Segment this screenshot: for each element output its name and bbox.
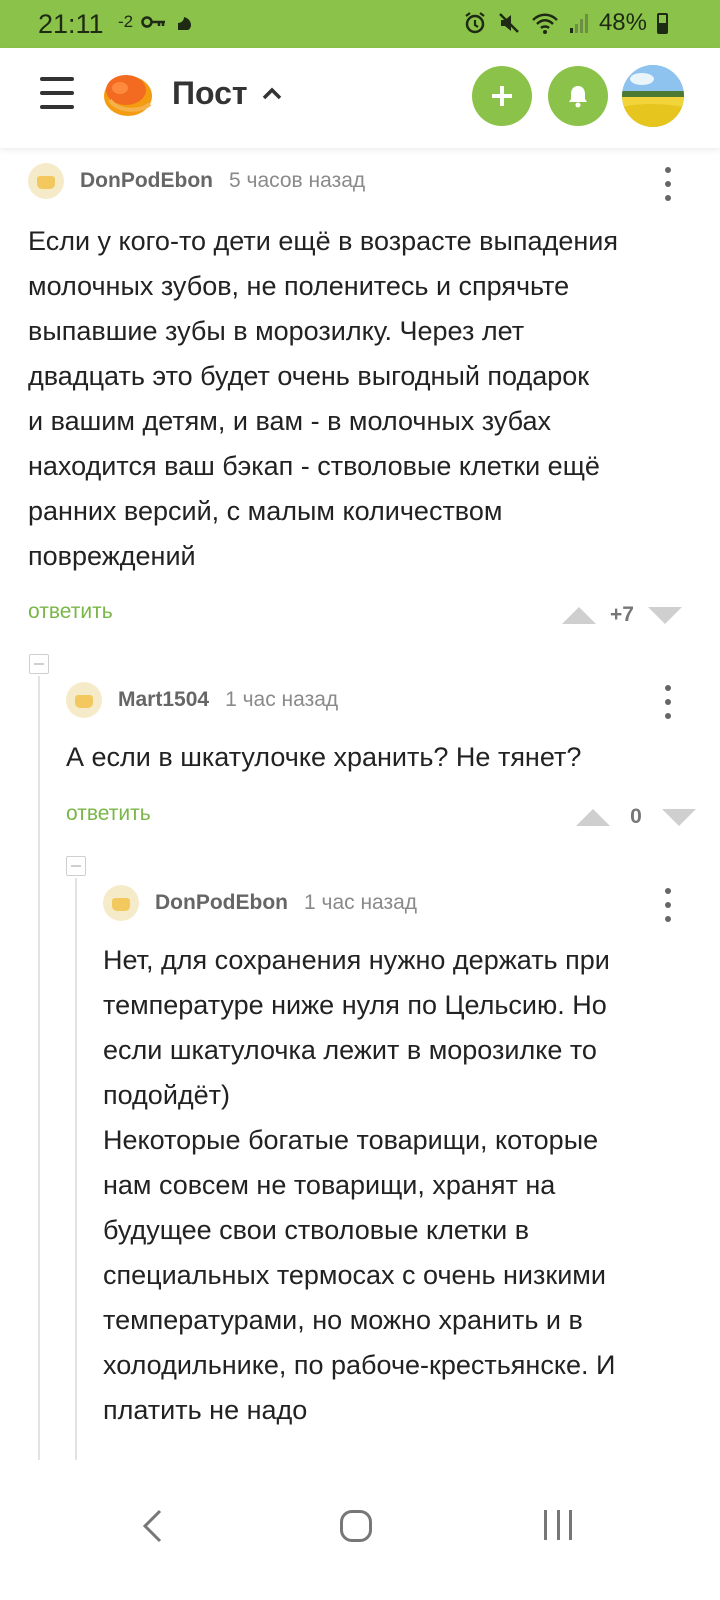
avatar[interactable] bbox=[66, 682, 102, 718]
mute-icon bbox=[499, 13, 519, 33]
signal-icon bbox=[569, 14, 588, 33]
status-left-icons: -2 bbox=[118, 12, 197, 32]
comment-time: 1 час назад bbox=[303, 891, 418, 914]
avatar[interactable] bbox=[103, 885, 139, 921]
bell-icon bbox=[569, 86, 587, 108]
chevron-up-icon[interactable] bbox=[262, 86, 282, 100]
comment-meta: DonPodEbon 5 часов назад bbox=[28, 163, 365, 199]
upvote-button[interactable] bbox=[562, 606, 596, 624]
more-vert-icon[interactable] bbox=[664, 888, 672, 922]
key-icon bbox=[141, 16, 166, 28]
downvote-button[interactable] bbox=[648, 606, 682, 624]
notifications-button[interactable] bbox=[548, 66, 608, 126]
reply-button[interactable]: ответить bbox=[66, 802, 151, 826]
comment-time: 1 час назад bbox=[225, 688, 339, 711]
collapse-icon[interactable] bbox=[29, 654, 49, 674]
more-vert-icon[interactable] bbox=[664, 167, 672, 201]
reply-button[interactable]: ответить bbox=[28, 600, 113, 624]
thread-line[interactable] bbox=[75, 878, 77, 1460]
comment-text: А если в шкатулочке хранить? Не тянет? bbox=[66, 742, 582, 772]
plus-icon bbox=[492, 86, 512, 106]
thread-line[interactable] bbox=[38, 676, 40, 1460]
status-time: 21:11 bbox=[38, 9, 104, 39]
nav-recent-icon[interactable] bbox=[544, 1510, 572, 1542]
battery-icon bbox=[657, 12, 668, 34]
comment-text: Нет, для сохранения нужно держать при те… bbox=[103, 945, 616, 1425]
logo-icon[interactable] bbox=[102, 70, 154, 120]
avatar[interactable] bbox=[28, 163, 64, 199]
system-nav-bar bbox=[0, 1460, 720, 1600]
comment-time: 5 часов назад bbox=[228, 169, 366, 192]
add-post-button[interactable] bbox=[472, 66, 532, 126]
menu-icon[interactable] bbox=[40, 77, 74, 111]
comment-meta: DonPodEbon 1 час назад bbox=[103, 885, 417, 921]
comment-vote: +7 bbox=[562, 603, 682, 627]
downvote-button[interactable] bbox=[662, 808, 696, 826]
vote-count: 0 bbox=[630, 805, 642, 828]
user-avatar-button[interactable] bbox=[622, 65, 684, 127]
collapse-icon[interactable] bbox=[66, 856, 86, 876]
nav-home-icon[interactable] bbox=[340, 1510, 372, 1542]
comment-author[interactable]: Mart1504 bbox=[118, 688, 209, 712]
nav-back-icon[interactable] bbox=[140, 1508, 164, 1544]
comment-text: Если у кого-то дети ещё в возрасте выпад… bbox=[28, 226, 618, 571]
notification-count: -2 bbox=[118, 12, 134, 31]
page-title[interactable]: Пост bbox=[172, 75, 248, 112]
status-right-icons: 48% bbox=[463, 9, 668, 37]
more-vert-icon[interactable] bbox=[664, 685, 672, 719]
moon-icon bbox=[178, 17, 192, 30]
status-bar: 21:11 -2 48% bbox=[0, 0, 720, 48]
battery-percent: 48% bbox=[598, 9, 647, 36]
wifi-icon bbox=[532, 13, 558, 34]
comment-meta: Mart1504 1 час назад bbox=[66, 682, 338, 718]
vote-count: +7 bbox=[610, 603, 634, 626]
top-app-bar: Пост bbox=[0, 48, 720, 148]
comment-author[interactable]: DonPodEbon bbox=[80, 169, 213, 193]
comment-vote: 0 bbox=[576, 805, 696, 829]
upvote-button[interactable] bbox=[576, 808, 610, 826]
avatar-image bbox=[622, 65, 684, 127]
alarm-icon bbox=[465, 12, 485, 34]
comment-author[interactable]: DonPodEbon bbox=[155, 891, 288, 915]
